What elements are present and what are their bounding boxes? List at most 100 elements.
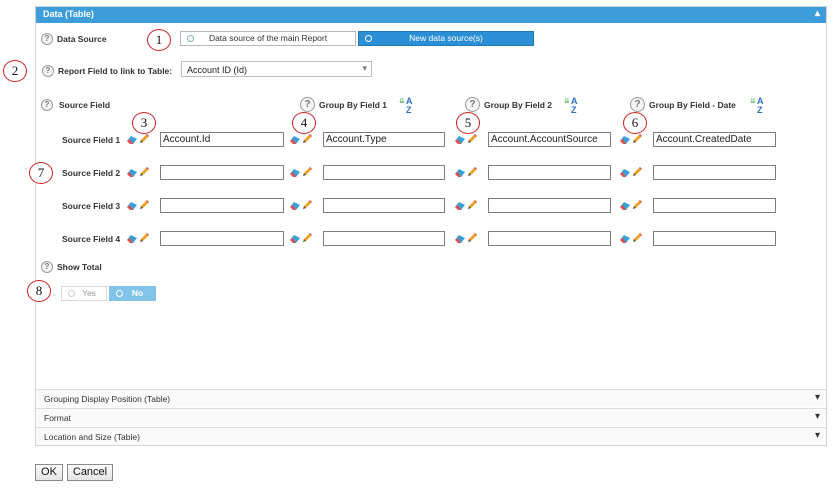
eraser-icon[interactable]	[126, 234, 138, 246]
callout-3: 3	[132, 112, 156, 134]
pencil-edit-icon[interactable]	[302, 133, 313, 146]
dropdown-arrow-icon: ▾	[362, 63, 367, 73]
source-field-input[interactable]	[488, 198, 611, 213]
source-field-row-label: Source Field 1	[62, 135, 121, 145]
pencil-edit-icon[interactable]	[139, 199, 150, 212]
group-by-2-header: Group By Field 2	[484, 100, 553, 110]
help-icon[interactable]: ?	[41, 261, 53, 273]
callout-4: 4	[292, 112, 316, 134]
source-field-input[interactable]	[488, 165, 611, 180]
eraser-icon[interactable]	[289, 234, 301, 246]
pencil-edit-icon[interactable]	[467, 133, 478, 146]
radio-new-data-source[interactable]: New data source(s)	[358, 31, 534, 46]
callout-1: 1	[147, 29, 171, 51]
source-field-header: Source Field	[59, 100, 111, 110]
pencil-edit-icon[interactable]	[302, 166, 313, 179]
eraser-icon[interactable]	[126, 135, 138, 147]
pencil-edit-icon[interactable]	[467, 199, 478, 212]
pencil-edit-icon[interactable]	[467, 232, 478, 245]
show-total-no[interactable]: No	[109, 286, 156, 301]
pencil-edit-icon[interactable]	[302, 199, 313, 212]
eraser-icon[interactable]	[454, 201, 466, 213]
radio-dot-selected	[365, 35, 372, 42]
report-field-select[interactable]: Account ID (Id) ▾	[181, 61, 372, 77]
source-field-input[interactable]	[323, 165, 445, 180]
pencil-edit-icon[interactable]	[139, 232, 150, 245]
panel-title: Data (Table)	[43, 9, 94, 19]
eraser-icon[interactable]	[289, 135, 301, 147]
pencil-edit-icon[interactable]	[139, 166, 150, 179]
source-field-input[interactable]	[160, 198, 284, 213]
section-location-and-size[interactable]: Location and Size (Table) ▾	[36, 427, 826, 445]
section-grouping-display-position[interactable]: Grouping Display Position (Table) ▾	[36, 389, 826, 407]
source-field-input[interactable]	[653, 165, 776, 180]
svg-text:⇊: ⇊	[750, 97, 756, 105]
eraser-icon[interactable]	[289, 201, 301, 213]
source-field-input[interactable]: Account.AccountSource	[488, 132, 611, 147]
help-icon[interactable]: ?	[41, 99, 53, 111]
callout-8: 8	[27, 280, 51, 302]
radio-dot	[187, 35, 194, 42]
sort-az-icon[interactable]: ⇊ A Z	[749, 95, 769, 115]
eraser-icon[interactable]	[454, 234, 466, 246]
eraser-icon[interactable]	[619, 135, 631, 147]
source-field-row-label: Source Field 4	[62, 234, 121, 244]
expand-icon[interactable]: ▾	[815, 392, 820, 403]
svg-text:Z: Z	[757, 105, 763, 115]
source-field-input[interactable]	[488, 231, 611, 246]
panel-header[interactable]: Data (Table) ▴	[36, 7, 826, 23]
report-field-value: Account ID (Id)	[187, 65, 248, 75]
help-icon[interactable]: ?	[465, 97, 480, 112]
section-title: Format	[44, 413, 71, 423]
collapse-icon[interactable]: ▴	[815, 8, 820, 19]
pencil-edit-icon[interactable]	[632, 166, 643, 179]
ok-button[interactable]: OK	[35, 464, 63, 481]
sort-az-icon[interactable]: ⇊ A Z	[398, 95, 418, 115]
source-field-input[interactable]: Account.Type	[323, 132, 445, 147]
callout-5: 5	[456, 112, 480, 134]
group-by-date-header: Group By Field - Date	[649, 100, 736, 110]
section-title: Grouping Display Position (Table)	[44, 394, 171, 404]
eraser-icon[interactable]	[454, 135, 466, 147]
pencil-edit-icon[interactable]	[302, 232, 313, 245]
eraser-icon[interactable]	[126, 201, 138, 213]
radio-new-source-label: New data source(s)	[409, 33, 483, 43]
cancel-button[interactable]: Cancel	[67, 464, 113, 481]
expand-icon[interactable]: ▾	[815, 411, 820, 422]
source-field-input[interactable]	[323, 198, 445, 213]
svg-text:Z: Z	[406, 105, 412, 115]
source-field-input[interactable]: Account.Id	[160, 132, 284, 147]
section-format[interactable]: Format ▾	[36, 408, 826, 426]
show-total-yes[interactable]: Yes	[61, 286, 107, 301]
section-title: Location and Size (Table)	[44, 432, 140, 442]
svg-text:⇊: ⇊	[399, 97, 405, 105]
source-field-input[interactable]	[653, 231, 776, 246]
show-total-yes-label: Yes	[82, 288, 96, 298]
source-field-input[interactable]: Account.CreatedDate	[653, 132, 776, 147]
source-field-input[interactable]	[323, 231, 445, 246]
pencil-edit-icon[interactable]	[139, 133, 150, 146]
eraser-icon[interactable]	[619, 168, 631, 180]
eraser-icon[interactable]	[619, 201, 631, 213]
sort-az-icon[interactable]: ⇊ A Z	[563, 95, 583, 115]
source-field-input[interactable]	[160, 231, 284, 246]
eraser-icon[interactable]	[126, 168, 138, 180]
pencil-edit-icon[interactable]	[632, 232, 643, 245]
callout-6: 6	[623, 112, 647, 134]
data-source-label: Data Source	[57, 34, 107, 44]
eraser-icon[interactable]	[619, 234, 631, 246]
show-total-no-label: No	[131, 288, 144, 298]
source-field-input[interactable]	[653, 198, 776, 213]
help-icon[interactable]: ?	[42, 65, 54, 77]
help-icon[interactable]: ?	[41, 33, 53, 45]
pencil-edit-icon[interactable]	[632, 133, 643, 146]
eraser-icon[interactable]	[454, 168, 466, 180]
eraser-icon[interactable]	[289, 168, 301, 180]
pencil-edit-icon[interactable]	[467, 166, 478, 179]
pencil-edit-icon[interactable]	[632, 199, 643, 212]
expand-icon[interactable]: ▾	[815, 430, 820, 441]
radio-main-report-source[interactable]: Data source of the main Report	[180, 31, 356, 46]
source-field-input[interactable]	[160, 165, 284, 180]
help-icon[interactable]: ?	[630, 97, 645, 112]
help-icon[interactable]: ?	[300, 97, 315, 112]
